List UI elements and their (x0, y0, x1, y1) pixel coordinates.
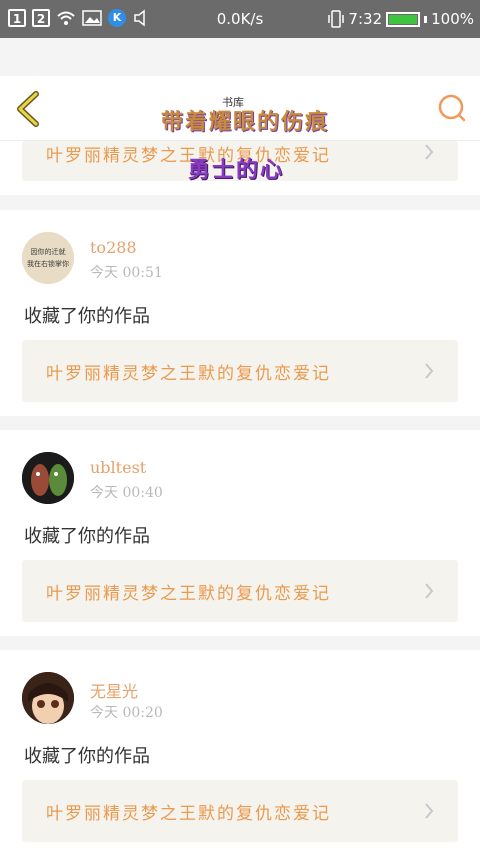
avatar-text-line1: 因你的迁就 (31, 247, 66, 256)
battery-level (389, 14, 418, 24)
avatar[interactable]: 因你的迁就 我在右锁掌你 (22, 232, 74, 284)
top-spacer (0, 38, 480, 76)
avatar-image: 因你的迁就 我在右锁掌你 (22, 232, 74, 284)
list-item: ubltest 今天 00:40 收藏了你的作品 叶罗丽精灵梦之王默的复仇恋爱记 (0, 430, 480, 636)
avatar-image (22, 672, 74, 724)
header-title-line1: 带着耀眼的伤痕 (160, 109, 329, 135)
avatar-text-line2: 我在右锁掌你 (27, 259, 69, 268)
header-title-small: 书库 (222, 96, 244, 109)
list-item: 无星光 今天 00:20 收藏了你的作品 叶罗丽精灵梦之王默的复仇恋爱记 (0, 650, 480, 856)
work-title: 叶罗丽精灵梦之王默的复仇恋爱记 (46, 364, 331, 384)
avatar[interactable] (22, 672, 74, 724)
timestamp: 今天 00:40 (90, 485, 163, 501)
vibrate-icon (328, 10, 345, 28)
status-bar: 1 2 K 0.0K/s 7:32 100% (0, 0, 480, 38)
back-arrow-icon[interactable] (12, 90, 46, 128)
chevron-right-icon (425, 363, 434, 379)
work-title: 叶罗丽精灵梦之王默的复仇恋爱记 (46, 584, 331, 604)
search-icon[interactable] (436, 92, 468, 124)
battery-percent: 100% (431, 10, 474, 28)
chevron-right-icon (425, 144, 434, 160)
chevron-right-icon (425, 803, 434, 819)
chevron-right-icon (425, 583, 434, 599)
header-title-line2: 勇士的心 (188, 157, 285, 183)
work-link[interactable]: 叶罗丽精灵梦之王默的复仇恋爱记 (22, 560, 458, 622)
work-link[interactable]: 叶罗丽精灵梦之王默的复仇恋爱记 (22, 780, 458, 842)
avatar-image (22, 452, 74, 504)
timestamp: 今天 00:20 (90, 705, 163, 721)
timestamp: 今天 00:51 (90, 265, 163, 281)
username[interactable]: to288 (90, 238, 137, 257)
list-item: 因你的迁就 我在右锁掌你 to288 今天 00:51 收藏了你的作品 叶罗丽精… (0, 210, 480, 416)
activity-message: 收藏了你的作品 (24, 306, 150, 327)
avatar[interactable] (22, 452, 74, 504)
work-title: 叶罗丽精灵梦之王默的复仇恋爱记 (46, 804, 331, 824)
battery-tip (424, 15, 428, 23)
username[interactable]: ubltest (90, 458, 146, 477)
activity-message: 收藏了你的作品 (24, 746, 150, 767)
username[interactable]: 无星光 (90, 678, 138, 702)
work-link[interactable]: 叶罗丽精灵梦之王默的复仇恋爱记 (22, 340, 458, 402)
activity-message: 收藏了你的作品 (24, 526, 150, 547)
clock: 7:32 (348, 10, 383, 28)
battery-icon (386, 11, 421, 27)
